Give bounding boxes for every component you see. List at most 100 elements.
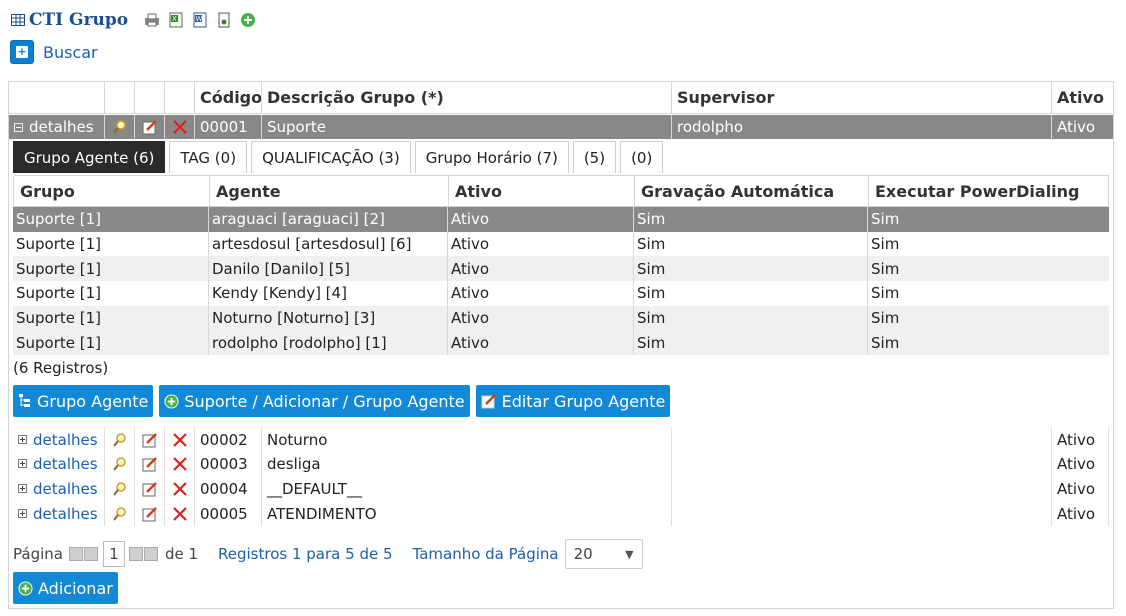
active-cell: Ativo: [1057, 118, 1096, 136]
delete-icon[interactable]: [172, 481, 188, 497]
table-row-selected[interactable]: detalhes 00001 Suporte rodolpho Ativo: [9, 115, 1113, 139]
expand-icon: [18, 484, 27, 493]
page-header: CTI Grupo X W: [11, 7, 264, 33]
table-row[interactable]: Suporte [1] araguaci [araguaci] [2] Ativo S…: [13, 207, 1109, 232]
detail-toggle[interactable]: detalhes: [13, 451, 105, 476]
add-grupo-agente-button[interactable]: Suporte / Adicionar / Grupo Agente: [159, 385, 470, 417]
supervisor-cell: rodolpho: [672, 115, 1052, 139]
edit-icon[interactable]: [142, 456, 158, 472]
expand-icon: [18, 435, 27, 444]
delete-icon[interactable]: [172, 456, 188, 472]
pager: Página 1 de 1 Registros 1 para 5 de 5 Ta…: [13, 539, 643, 569]
svg-text:W: W: [196, 15, 203, 23]
edit-icon[interactable]: [142, 119, 158, 135]
magnifier-icon[interactable]: [112, 506, 128, 522]
magnifier-icon[interactable]: [112, 119, 128, 135]
col-header-powerdialing[interactable]: Executar PowerDialing: [869, 176, 1108, 206]
next-page-icon[interactable]: [128, 547, 143, 561]
delete-icon[interactable]: [172, 432, 188, 448]
record-count: (6 Registros): [13, 359, 109, 377]
tab-grupo-agente[interactable]: Grupo Agente (6): [13, 141, 166, 173]
agent-table-header: Grupo Agente Ativo Gravação Automática E…: [13, 175, 1109, 207]
last-page-icon[interactable]: [143, 547, 158, 561]
chevron-down-icon: ▼: [625, 547, 634, 561]
col-header-grupo[interactable]: Grupo: [14, 176, 210, 206]
table-row[interactable]: Suporte [1] Kendy [Kendy] [4] Ativo Sim Sim: [13, 281, 1109, 306]
description-cell: Suporte: [262, 115, 672, 139]
tab-5[interactable]: (5): [572, 141, 617, 173]
col-header-gravacao[interactable]: Gravação Automática: [635, 176, 869, 206]
collapse-icon: [14, 122, 23, 132]
tab-qualificacao[interactable]: QUALIFICAÇÃO (3): [251, 141, 411, 173]
col-header-edit: [135, 82, 165, 113]
table-row[interactable]: detalhes 00004 __DEFAULT__ Ativo: [13, 476, 1109, 501]
edit-icon[interactable]: [142, 506, 158, 522]
table-row[interactable]: Suporte [1] Noturno [Noturno] [3] Ativo Sim…: [13, 305, 1109, 331]
edit-icon[interactable]: [142, 481, 158, 497]
detail-toggle[interactable]: detalhes: [9, 115, 105, 139]
plus-icon: +: [16, 45, 28, 58]
col-header-detail: [9, 82, 105, 113]
add-circle-icon[interactable]: [240, 12, 256, 28]
table-row[interactable]: detalhes 00002 Noturno Ativo: [13, 427, 1109, 452]
tab-0[interactable]: (0): [620, 141, 664, 173]
records-info: Registros 1 para 5 de 5: [218, 545, 393, 563]
page-input[interactable]: 1: [102, 541, 125, 567]
page-title: CTI Grupo: [29, 10, 129, 30]
detail-toggle[interactable]: detalhes: [13, 427, 105, 452]
page-label: Página: [13, 545, 63, 563]
first-page-icon[interactable]: [68, 547, 83, 561]
col-header-delete: [165, 82, 195, 113]
grid-icon: [11, 14, 25, 26]
add-circle-icon: [18, 580, 33, 596]
magnifier-icon[interactable]: [112, 456, 128, 472]
svg-text:X: X: [172, 15, 177, 23]
grupo-agente-button[interactable]: Grupo Agente: [13, 385, 154, 417]
tree-icon: [19, 394, 30, 407]
agent-actions: Grupo Agente Suporte / Adicionar / Grupo…: [13, 385, 676, 417]
col-header-agente[interactable]: Agente: [210, 176, 449, 206]
page-size-label: Tamanho da Página: [412, 545, 559, 563]
col-header-active[interactable]: Ativo: [1052, 82, 1113, 113]
delete-icon[interactable]: [172, 119, 188, 135]
add-button[interactable]: Adicionar: [13, 572, 118, 604]
excel-icon[interactable]: X: [168, 12, 184, 28]
table-row[interactable]: detalhes 00003 desliga Ativo: [13, 451, 1109, 476]
expand-icon: [18, 509, 27, 518]
expand-icon: [18, 459, 27, 468]
add-circle-icon: [164, 393, 179, 409]
col-header-code[interactable]: Código: [195, 82, 262, 113]
col-header-supervisor[interactable]: Supervisor: [672, 82, 1052, 113]
table-row[interactable]: Suporte [1] rodolpho [rodolpho] [1] Ativo S…: [13, 330, 1109, 356]
export-icon[interactable]: [216, 12, 232, 28]
delete-icon[interactable]: [172, 506, 188, 522]
search-link[interactable]: Buscar: [43, 43, 98, 62]
expand-search-button[interactable]: +: [10, 40, 34, 64]
detail-tabs: Grupo Agente (6) TAG (0) QUALIFICAÇÃO (3…: [13, 141, 667, 173]
edit-icon: [481, 394, 496, 409]
page-size-select[interactable]: 20 ▼: [564, 539, 643, 569]
agent-table: Grupo Agente Ativo Gravação Automática E…: [13, 175, 1109, 356]
edit-icon[interactable]: [142, 432, 158, 448]
tab-tag[interactable]: TAG (0): [169, 141, 248, 173]
detail-toggle[interactable]: detalhes: [13, 476, 105, 501]
magnifier-icon[interactable]: [112, 432, 128, 448]
magnifier-icon[interactable]: [112, 481, 128, 497]
detail-toggle[interactable]: detalhes: [13, 501, 105, 526]
code-cell: 00001: [195, 115, 262, 139]
table-row[interactable]: detalhes 00005 ATENDIMENTO Ativo: [13, 501, 1109, 526]
table-row[interactable]: Suporte [1] artesdosul [artesdosul] [6] At…: [13, 231, 1109, 257]
tab-grupo-horario[interactable]: Grupo Horário (7): [414, 141, 569, 173]
col-header-view: [105, 82, 135, 113]
group-grid: Código Descrição Grupo (*) Supervisor At…: [8, 81, 1114, 609]
edit-grupo-agente-button[interactable]: Editar Grupo Agente: [475, 385, 671, 417]
search-toggle[interactable]: + Buscar: [10, 40, 98, 64]
table-row[interactable]: Suporte [1] Danilo [Danilo] [5] Ativo Sim Si…: [13, 256, 1109, 282]
col-header-ativo[interactable]: Ativo: [449, 176, 635, 206]
grid-header: Código Descrição Grupo (*) Supervisor At…: [9, 82, 1113, 114]
col-header-description[interactable]: Descrição Grupo (*): [262, 82, 672, 113]
word-icon[interactable]: W: [192, 12, 208, 28]
print-icon[interactable]: [144, 12, 160, 28]
prev-page-icon[interactable]: [83, 547, 98, 561]
page-total: de 1: [164, 545, 199, 563]
